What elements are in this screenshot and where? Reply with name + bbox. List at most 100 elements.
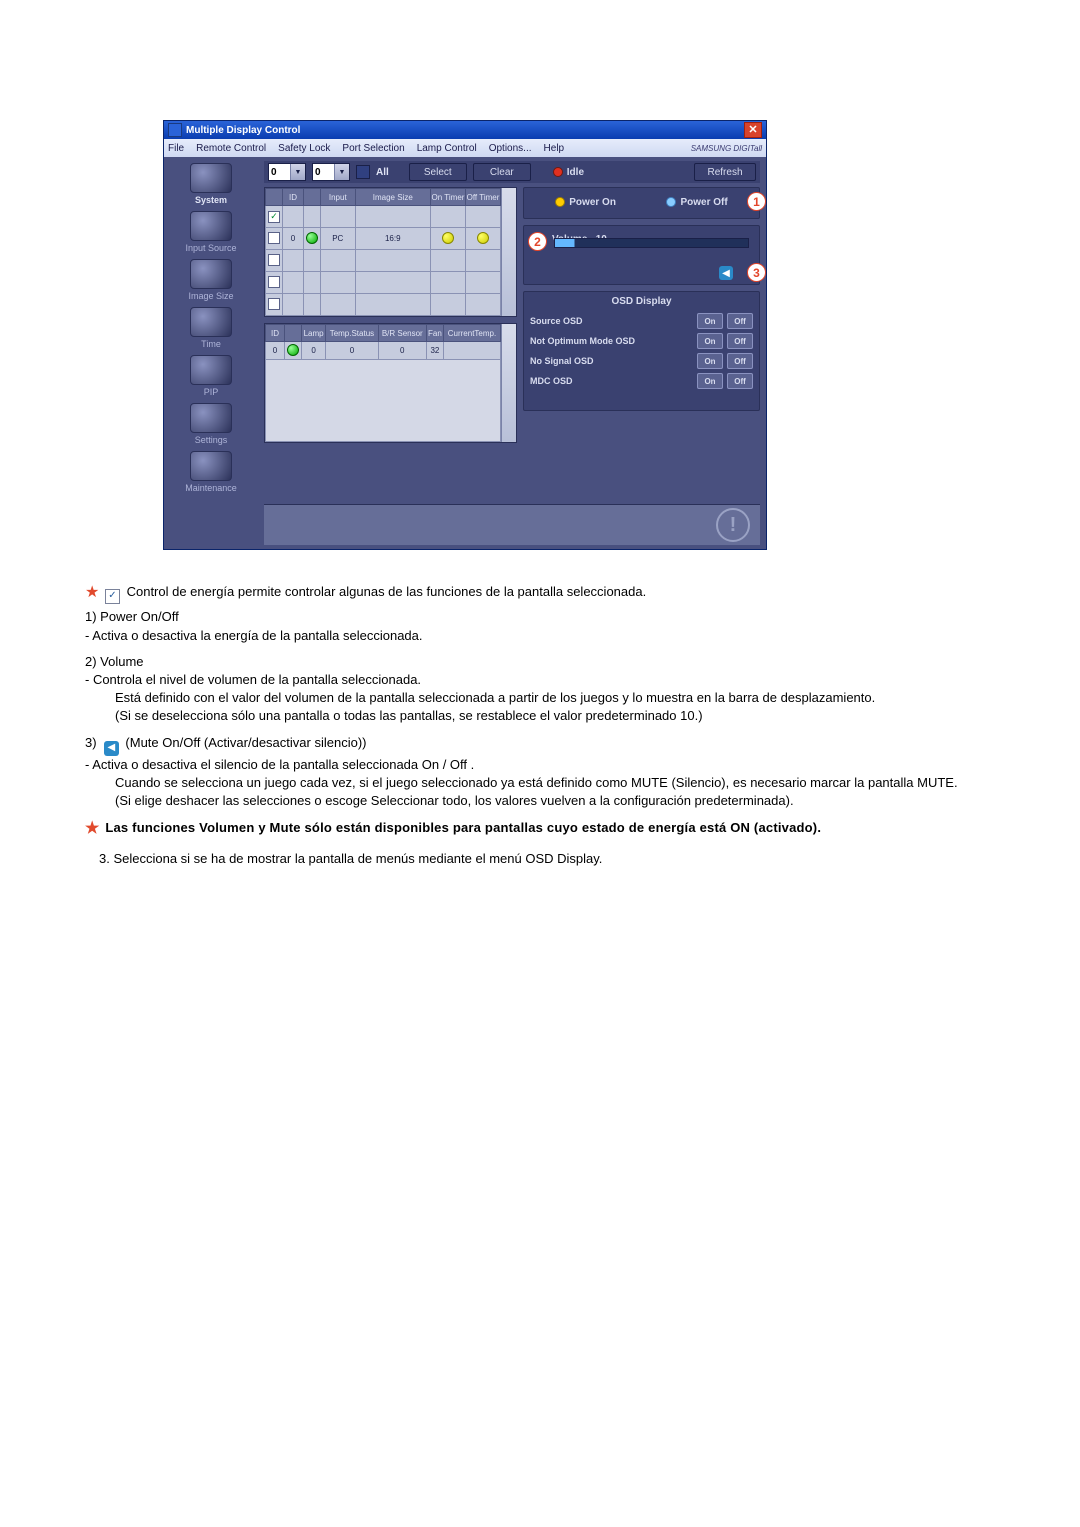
selector-1[interactable]: 0 ▼ bbox=[268, 163, 306, 181]
brand-label: SAMSUNG DIGITall bbox=[691, 144, 762, 153]
close-icon[interactable]: ✕ bbox=[744, 122, 762, 138]
osd-row-not-optimum: Not Optimum Mode OSD On Off bbox=[530, 331, 753, 351]
item-1-desc: - Activa o desactiva la energía de la pa… bbox=[85, 627, 1030, 645]
table-row[interactable]: 0 PC 16:9 bbox=[266, 228, 501, 250]
off-button[interactable]: Off bbox=[727, 353, 753, 369]
sidebar-item-maintenance[interactable]: Maintenance bbox=[168, 451, 254, 493]
osd-row-mdc: MDC OSD On Off bbox=[530, 371, 753, 391]
refresh-button[interactable]: Refresh bbox=[694, 163, 756, 181]
checkbox-icon: ✓ bbox=[105, 589, 120, 604]
table-row[interactable] bbox=[266, 294, 501, 316]
item-2-desc-2: Está definido con el valor del volumen d… bbox=[85, 689, 1030, 707]
status-lamp-icon bbox=[306, 232, 318, 244]
toolbar: 0 ▼ 0 ▼ All Select Clear Idle Refres bbox=[264, 161, 760, 183]
row-checkbox[interactable] bbox=[268, 276, 280, 288]
display-table-1: ID Input Image Size On Timer Off Timer bbox=[264, 187, 517, 317]
item-3-desc-2: Cuando se selecciona un juego cada vez, … bbox=[85, 774, 1030, 792]
clear-button[interactable]: Clear bbox=[473, 163, 531, 181]
document-body: ★ ✓ Control de energía permite controlar… bbox=[85, 582, 1030, 869]
volume-slider[interactable] bbox=[554, 238, 749, 248]
power-on-button[interactable]: Power On bbox=[555, 197, 616, 208]
sidebar-item-pip[interactable]: PIP bbox=[168, 355, 254, 397]
star-icon: ★ bbox=[85, 582, 99, 604]
timer-off-icon bbox=[477, 232, 489, 244]
app-icon bbox=[168, 123, 182, 137]
volume-group: 2 Volume 10 ◀ 3 bbox=[523, 225, 760, 285]
power-group: Power On Power Off 1 bbox=[523, 187, 760, 219]
row-checkbox[interactable] bbox=[268, 298, 280, 310]
menu-safety[interactable]: Safety Lock bbox=[278, 143, 330, 154]
row-checkbox[interactable] bbox=[268, 254, 280, 266]
item-2-title: Volume bbox=[100, 654, 143, 669]
mdc-window: Multiple Display Control ✕ File Remote C… bbox=[163, 120, 767, 550]
all-label: All bbox=[376, 167, 389, 178]
main-panel: 0 ▼ 0 ▼ All Select Clear Idle Refres bbox=[258, 157, 766, 549]
chevron-down-icon[interactable]: ▼ bbox=[334, 164, 349, 180]
mute-icon[interactable]: ◀ bbox=[719, 266, 733, 280]
sidebar-item-time[interactable]: Time bbox=[168, 307, 254, 349]
row-checkbox[interactable] bbox=[268, 211, 280, 223]
table-row[interactable] bbox=[266, 272, 501, 294]
sidebar-item-system[interactable]: System bbox=[168, 163, 254, 205]
sidebar: System Input Source Image Size Time PIP … bbox=[164, 157, 258, 549]
timer-on-icon bbox=[442, 232, 454, 244]
pip-icon bbox=[190, 355, 232, 385]
item-3-desc-3: (Si elige deshacer las selecciones o esc… bbox=[85, 792, 1030, 810]
scrollbar[interactable] bbox=[501, 188, 516, 316]
osd-row-source: Source OSD On Off bbox=[530, 311, 753, 331]
mute-icon: ◀ bbox=[104, 741, 119, 756]
callout-1: 1 bbox=[747, 192, 766, 211]
item-1-title: Power On/Off bbox=[100, 609, 179, 624]
off-button[interactable]: Off bbox=[727, 333, 753, 349]
power-off-button[interactable]: Power Off bbox=[666, 197, 727, 208]
on-button[interactable]: On bbox=[697, 333, 723, 349]
select-button[interactable]: Select bbox=[409, 163, 467, 181]
system-icon bbox=[190, 163, 232, 193]
time-icon bbox=[190, 307, 232, 337]
input-icon bbox=[190, 211, 232, 241]
on-button[interactable]: On bbox=[697, 373, 723, 389]
exclaim-icon: ! bbox=[716, 508, 750, 542]
chevron-down-icon[interactable]: ▼ bbox=[290, 164, 305, 180]
item-2-desc-3: (Si se deselecciona sólo una pantalla o … bbox=[85, 707, 1030, 725]
on-button[interactable]: On bbox=[697, 353, 723, 369]
sidebar-item-settings[interactable]: Settings bbox=[168, 403, 254, 445]
selector-2[interactable]: 0 ▼ bbox=[312, 163, 350, 181]
osd-title: OSD Display bbox=[530, 296, 753, 307]
power-on-dot-icon bbox=[555, 197, 565, 207]
menu-help[interactable]: Help bbox=[544, 143, 565, 154]
osd-row-no-signal: No Signal OSD On Off bbox=[530, 351, 753, 371]
menu-lamp[interactable]: Lamp Control bbox=[417, 143, 477, 154]
power-off-dot-icon bbox=[666, 197, 676, 207]
display-table-2: ID Lamp Temp.Status B/R Sensor Fan Curre… bbox=[264, 323, 517, 443]
off-button[interactable]: Off bbox=[727, 313, 753, 329]
all-checkbox[interactable] bbox=[356, 165, 370, 179]
star-icon: ★ bbox=[85, 818, 100, 840]
table-row[interactable]: 0 0 0 0 32 bbox=[266, 342, 501, 360]
item-2-desc-1: - Controla el nivel de volumen de la pan… bbox=[85, 671, 1030, 689]
maintenance-icon bbox=[190, 451, 232, 481]
sidebar-item-imagesize[interactable]: Image Size bbox=[168, 259, 254, 301]
intro-line: ★ ✓ Control de energía permite controlar… bbox=[85, 582, 1030, 604]
menu-options[interactable]: Options... bbox=[489, 143, 532, 154]
image-size-icon bbox=[190, 259, 232, 289]
item-3-desc-1: - Activa o desactiva el silencio de la p… bbox=[85, 756, 1030, 774]
menu-remote[interactable]: Remote Control bbox=[196, 143, 266, 154]
off-button[interactable]: Off bbox=[727, 373, 753, 389]
menu-file[interactable]: File bbox=[168, 143, 184, 154]
idle-indicator: Idle bbox=[553, 167, 584, 178]
note-line: ★ Las funciones Volumen y Mute sólo está… bbox=[85, 818, 1030, 840]
menu-port[interactable]: Port Selection bbox=[342, 143, 404, 154]
callout-2: 2 bbox=[528, 232, 547, 251]
table-row[interactable] bbox=[266, 206, 501, 228]
sidebar-item-input[interactable]: Input Source bbox=[168, 211, 254, 253]
status-lamp-icon bbox=[287, 344, 299, 356]
on-button[interactable]: On bbox=[697, 313, 723, 329]
window-title: Multiple Display Control bbox=[186, 125, 300, 136]
scrollbar[interactable] bbox=[501, 324, 516, 442]
callout-3: 3 bbox=[747, 263, 766, 282]
statusbar: ! bbox=[264, 504, 760, 545]
table-row[interactable] bbox=[266, 250, 501, 272]
row-checkbox[interactable] bbox=[268, 232, 280, 244]
settings-icon bbox=[190, 403, 232, 433]
